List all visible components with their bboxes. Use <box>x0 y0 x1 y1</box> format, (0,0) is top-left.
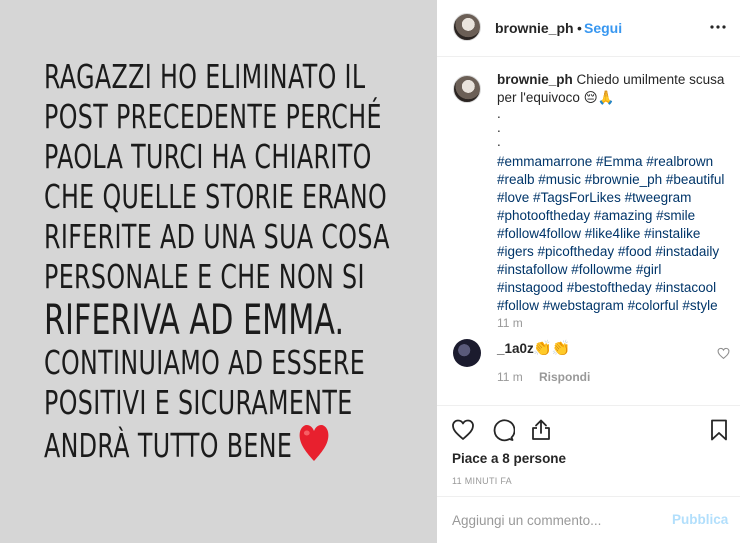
caption-time[interactable]: 11 m <box>497 316 523 330</box>
story-line: CHE QUELLE STORIE ERANO <box>44 177 388 216</box>
hashtags[interactable]: #emmamarrone #Emma #realbrown #realb #mu… <box>497 153 729 315</box>
likes-count[interactable]: Piace a 8 persone <box>452 451 566 466</box>
post-actions: Piace a 8 persone 11 MINUTI FA <box>437 405 740 486</box>
comment-item: _1a0z 👏👏 11 m Rispondi <box>437 334 740 394</box>
story-line-last: ANDRÀ TUTTO BENE <box>44 423 329 472</box>
comment-like-heart-icon[interactable] <box>717 347 730 360</box>
comment-time[interactable]: 11 m <box>497 370 523 384</box>
follow-button[interactable]: Segui <box>584 20 622 36</box>
bookmark-icon[interactable] <box>707 418 731 442</box>
story-line: RIFERITE AD UNA SUA COSA <box>44 217 390 256</box>
caption-username[interactable]: brownie_ph <box>497 72 573 87</box>
story-line: RAGAZZI HO ELIMINATO IL <box>44 57 366 96</box>
avatar[interactable] <box>453 75 481 103</box>
comment-text: 👏👏 <box>533 340 571 357</box>
comment-input[interactable] <box>452 509 652 531</box>
story-line: CONTINUIAMO AD ESSERE <box>44 343 366 382</box>
more-horizontal-icon[interactable] <box>709 18 727 36</box>
header-username[interactable]: brownie_ph <box>495 20 574 36</box>
story-line: RIFERIVA AD EMMA. <box>44 295 345 344</box>
post-side-panel: brownie_ph • Segui brownie_ph Chiedo umi… <box>437 0 740 543</box>
avatar[interactable] <box>453 13 481 41</box>
post-image: RAGAZZI HO ELIMINATO IL POST PRECEDENTE … <box>0 0 437 543</box>
story-line: PAOLA TURCI HA CHIARITO <box>44 137 372 176</box>
red-heart-icon <box>298 423 330 472</box>
story-line: POST PRECEDENTE PERCHÉ <box>44 97 382 136</box>
post-timestamp[interactable]: 11 MINUTI FA <box>452 476 512 486</box>
caption-dot: . <box>497 120 501 135</box>
story-text: RAGAZZI HO ELIMINATO IL POST PRECEDENTE … <box>44 57 390 472</box>
caption-dot: . <box>497 134 501 149</box>
caption-dot: . <box>497 106 501 121</box>
comment-username[interactable]: _1a0z <box>497 341 534 356</box>
story-line: ANDRÀ TUTTO BENE <box>44 426 293 465</box>
heart-icon[interactable] <box>451 418 475 442</box>
post-header: brownie_ph • Segui <box>437 0 740 57</box>
avatar[interactable] <box>453 339 481 367</box>
header-separator: • <box>577 20 582 36</box>
add-comment-bar: Pubblica <box>437 496 740 543</box>
comment-icon[interactable] <box>491 418 516 442</box>
publish-button[interactable]: Pubblica <box>672 512 728 527</box>
story-line: PERSONALE E CHE NON SI <box>44 257 365 296</box>
share-icon[interactable] <box>529 418 553 442</box>
story-line: POSITIVI E SICURAMENTE <box>44 383 353 422</box>
reply-button[interactable]: Rispondi <box>539 370 590 384</box>
caption-body: brownie_ph Chiedo umilmente scusa per l'… <box>497 71 729 315</box>
